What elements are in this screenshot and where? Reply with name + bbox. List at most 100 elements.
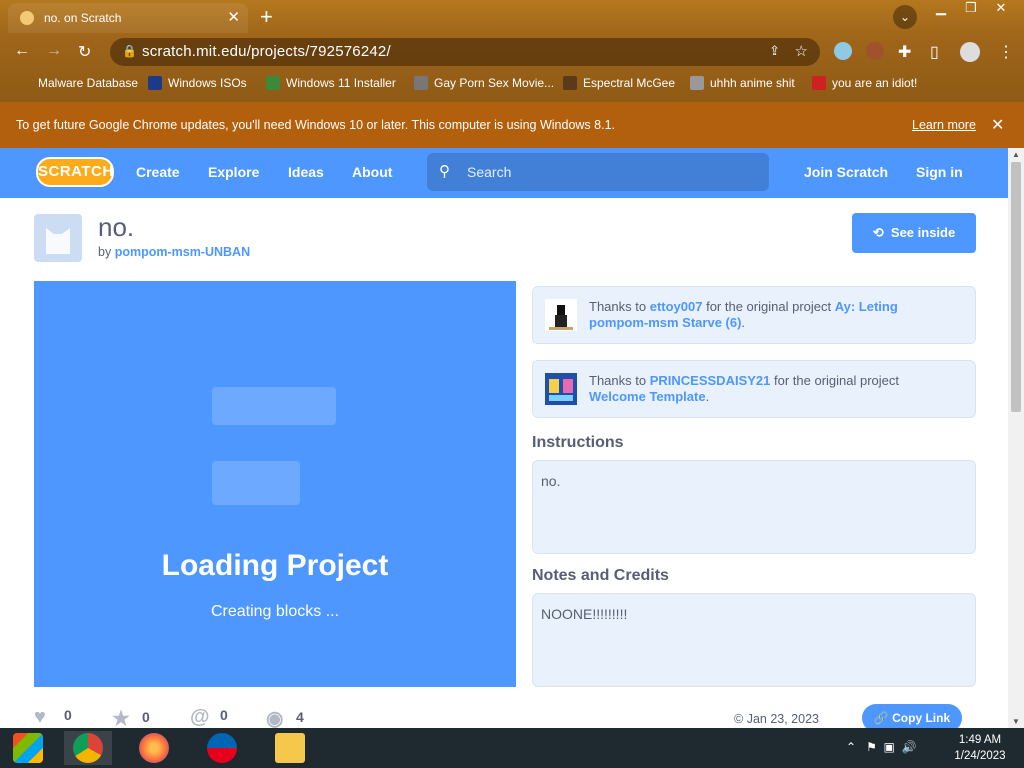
side-panel-icon[interactable]: ▯ — [930, 42, 939, 62]
app-round-icon — [207, 733, 237, 763]
learn-more-link[interactable]: Learn more — [912, 118, 976, 132]
bookmark-item[interactable]: you are an idiot! — [812, 76, 917, 90]
bookmark-item[interactable]: Espectral McGee — [563, 76, 675, 90]
instructions-heading: Instructions — [532, 434, 624, 451]
bookmark-favicon-icon — [148, 76, 162, 90]
heart-icon: ♥ — [34, 706, 46, 728]
bookmark-item[interactable]: Malware Database — [38, 76, 138, 90]
see-inside-label: See inside — [890, 225, 956, 240]
chrome-icon — [73, 733, 103, 763]
bookmark-item[interactable]: uhhh anime shit — [690, 76, 795, 90]
scratch-navbar: SCRATCH Create Explore Ideas About ⚲ Sea… — [0, 148, 1008, 198]
sign-in-link[interactable]: Sign in — [916, 164, 963, 180]
extension-avatar-icon[interactable] — [866, 42, 884, 60]
clock-time: 1:49 AM — [958, 734, 1002, 746]
menu-kebab-icon[interactable]: ⋮ — [998, 42, 1014, 62]
love-stat[interactable]: ♥ 0 — [34, 706, 72, 729]
taskbar-file-explorer[interactable] — [266, 731, 314, 765]
browser-frame: no. on Scratch ✕ + ⌄ ▁ ❐ ✕ ← → ↻ 🔒 scratch… — [0, 0, 1024, 102]
scroll-down-icon[interactable]: ▼ — [1012, 717, 1020, 726]
taskbar-clock[interactable]: 1:49 AM 1/24/2023 — [944, 732, 1016, 764]
firefox-icon — [139, 733, 169, 763]
remix-stat: @0 — [190, 706, 228, 728]
start-logo-icon — [13, 733, 43, 763]
new-tab-button[interactable]: + — [260, 4, 273, 30]
cat-avatar-icon — [46, 228, 70, 254]
scratch-logo[interactable]: SCRATCH — [36, 157, 114, 187]
reload-icon[interactable]: ↻ — [78, 42, 91, 62]
extensions-puzzle-icon[interactable]: ✚ — [898, 42, 911, 62]
remix-thumbnail-icon[interactable] — [545, 299, 577, 331]
notes-box: NOONE!!!!!!!!! — [532, 593, 976, 687]
see-inside-button[interactable]: ⟲ See inside — [852, 213, 976, 253]
author-avatar[interactable] — [34, 214, 82, 262]
bookmark-item[interactable]: Windows 11 Installer — [266, 76, 396, 90]
project-stage[interactable]: Loading Project Creating blocks ... — [34, 281, 516, 687]
remix-thumbnail-icon[interactable] — [545, 373, 577, 405]
browser-toolbar: ← → ↻ 🔒 scratch.mit.edu/projects/7925762… — [0, 36, 1024, 68]
nav-ideas[interactable]: Ideas — [288, 164, 324, 180]
url-text: scratch.mit.edu/projects/792576242/ — [142, 43, 391, 60]
profile-icon[interactable] — [960, 42, 980, 62]
share-icon[interactable]: ⇪ — [769, 43, 780, 59]
back-arrow-icon[interactable]: ← — [14, 42, 30, 60]
bookmark-star-icon[interactable]: ☆ — [795, 42, 808, 60]
remix-user-link[interactable]: PRINCESSDAISY21 — [650, 373, 771, 388]
tab-title: no. on Scratch — [44, 11, 122, 25]
search-placeholder: Search — [467, 164, 512, 180]
bookmark-item[interactable]: Windows ISOs — [148, 76, 247, 90]
windows-taskbar: ⌃ ⚑ ▣ 🔊 1:49 AM 1/24/2023 — [0, 728, 1024, 768]
nav-about[interactable]: About — [352, 164, 392, 180]
join-scratch-link[interactable]: Join Scratch — [804, 164, 888, 180]
nav-create[interactable]: Create — [136, 164, 180, 180]
close-window-icon[interactable]: ✕ — [986, 0, 1016, 16]
search-input[interactable]: ⚲ Search — [427, 153, 769, 191]
remix-credit: Thanks to ettoy007 for the original proj… — [532, 286, 976, 344]
remix-text: Thanks to ettoy007 for the original proj… — [589, 299, 898, 330]
bookmark-favicon-icon — [690, 76, 704, 90]
tab-search-chevron-icon[interactable]: ⌄ — [893, 5, 917, 29]
project-byline: by pompom-msm-UNBAN — [98, 245, 250, 259]
forward-arrow-icon[interactable]: → — [46, 42, 62, 60]
loading-block-icon — [212, 461, 300, 505]
loading-block-icon — [212, 387, 336, 425]
taskbar-app[interactable] — [198, 731, 246, 765]
loading-status: Creating blocks ... — [210, 603, 340, 620]
address-bar[interactable]: 🔒 scratch.mit.edu/projects/792576242/ ⇪ … — [110, 38, 820, 66]
flag-icon[interactable]: ⚑ — [866, 740, 877, 754]
folder-icon — [275, 733, 305, 763]
infobar-message: To get future Google Chrome updates, you… — [16, 118, 615, 132]
extension-flag-icon[interactable] — [834, 42, 852, 60]
volume-icon[interactable]: 🔊 — [902, 740, 917, 754]
nav-explore[interactable]: Explore — [208, 164, 259, 180]
byline-prefix: by — [98, 245, 112, 259]
bookmark-item[interactable]: Gay Porn Sex Movie... — [414, 76, 554, 90]
instructions-box: no. — [532, 460, 976, 554]
restore-icon[interactable]: ❐ — [956, 0, 986, 16]
close-infobar-icon[interactable]: ✕ — [991, 115, 1004, 135]
network-icon[interactable]: ▣ — [884, 740, 895, 754]
window-controls: ▁ ❐ ✕ — [926, 0, 1016, 16]
search-icon: ⚲ — [439, 163, 450, 180]
bookmark-favicon-icon — [414, 76, 428, 90]
taskbar-chrome[interactable] — [64, 731, 112, 765]
clock-date: 1/24/2023 — [954, 750, 1006, 762]
page-scrollbar[interactable]: ▲ ▼ — [1008, 148, 1024, 728]
project-page: no. by pompom-msm-UNBAN ⟲ See inside Loa… — [0, 198, 1008, 732]
scrollbar-thumb[interactable] — [1011, 162, 1021, 412]
author-link[interactable]: pompom-msm-UNBAN — [115, 245, 250, 259]
close-tab-icon[interactable]: ✕ — [227, 8, 240, 26]
minimize-icon[interactable]: ▁ — [926, 0, 956, 16]
browser-tab[interactable]: no. on Scratch ✕ — [8, 3, 248, 33]
scroll-up-icon[interactable]: ▲ — [1012, 150, 1020, 159]
tray-chevron-icon[interactable]: ⌃ — [846, 740, 856, 754]
taskbar-firefox[interactable] — [130, 731, 178, 765]
remix-user-link[interactable]: ettoy007 — [650, 299, 703, 314]
bookmark-favicon-icon — [563, 76, 577, 90]
remix-text: Thanks to PRINCESSDAISY21 for the origin… — [589, 373, 900, 404]
project-title: no. — [98, 212, 135, 242]
remix-project-link[interactable]: Welcome Template — [589, 389, 706, 404]
bookmarks-bar: Malware Database Windows ISOs Windows 11… — [0, 72, 1024, 98]
update-infobar: To get future Google Chrome updates, you… — [0, 102, 1024, 148]
start-button[interactable] — [4, 731, 52, 765]
